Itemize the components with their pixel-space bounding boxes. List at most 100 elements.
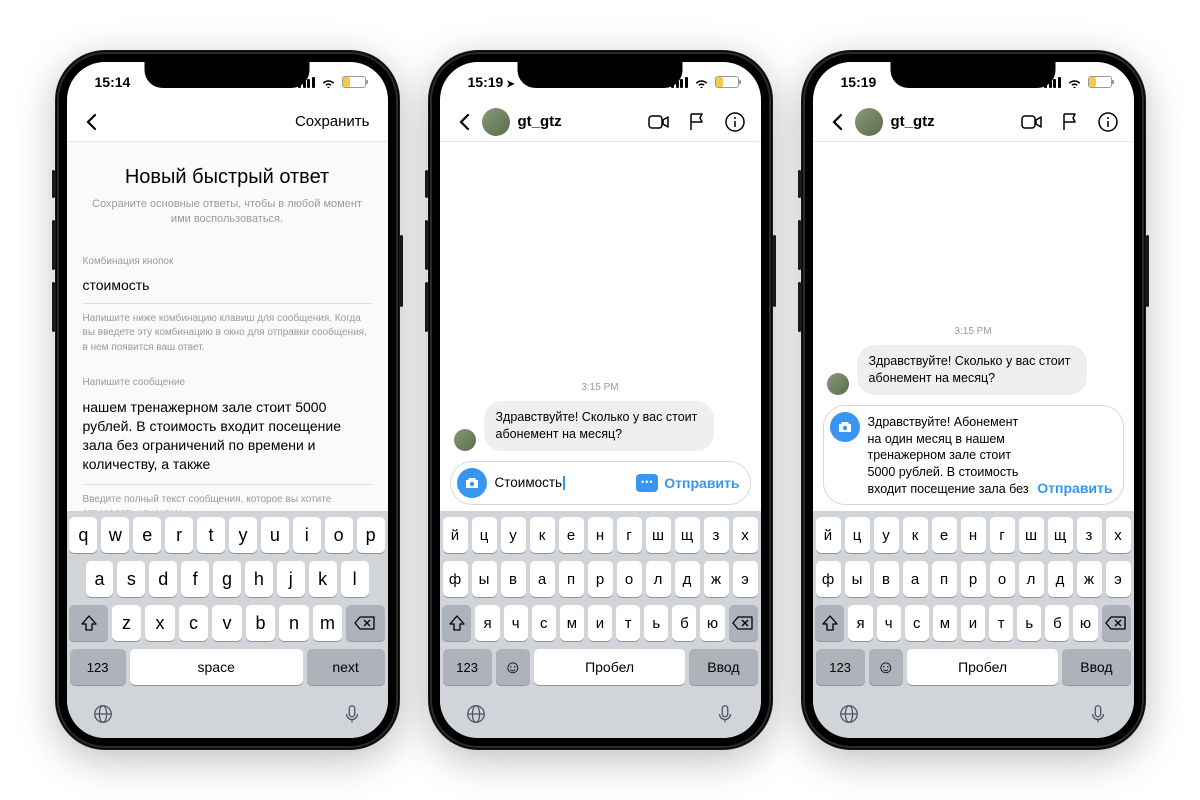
key-и[interactable]: и: [588, 605, 612, 641]
key-и[interactable]: и: [961, 605, 985, 641]
key-backspace[interactable]: [1102, 605, 1131, 641]
key-y[interactable]: y: [229, 517, 257, 553]
key-а[interactable]: а: [530, 561, 555, 597]
key-х[interactable]: х: [1106, 517, 1131, 553]
key-э[interactable]: э: [733, 561, 758, 597]
key-123[interactable]: 123: [816, 649, 865, 685]
key-j[interactable]: j: [277, 561, 305, 597]
key-я[interactable]: я: [475, 605, 499, 641]
key-t[interactable]: t: [197, 517, 225, 553]
key-б[interactable]: б: [1045, 605, 1069, 641]
key-ь[interactable]: ь: [1017, 605, 1041, 641]
keyboard[interactable]: йцукенгшщзх фывапролджэ ячсмитьбю 123 ☺ …: [440, 511, 761, 738]
key-л[interactable]: л: [1019, 561, 1044, 597]
key-ш[interactable]: ш: [1019, 517, 1044, 553]
key-б[interactable]: б: [672, 605, 696, 641]
key-q[interactable]: q: [69, 517, 97, 553]
key-ю[interactable]: ю: [700, 605, 724, 641]
key-ы[interactable]: ы: [472, 561, 497, 597]
key-з[interactable]: з: [704, 517, 729, 553]
key-space[interactable]: Пробел: [907, 649, 1059, 685]
globe-icon[interactable]: [838, 703, 860, 725]
key-m[interactable]: m: [313, 605, 342, 641]
mic-icon[interactable]: [341, 703, 363, 725]
key-ч[interactable]: ч: [504, 605, 528, 641]
mic-icon[interactable]: [714, 703, 736, 725]
key-о[interactable]: о: [990, 561, 1015, 597]
save-button[interactable]: Сохранить: [101, 113, 374, 130]
key-space[interactable]: Пробел: [534, 649, 686, 685]
flag-button[interactable]: [685, 110, 709, 134]
keyboard[interactable]: qwertyuiop asdfghjkl zxcvbnm 123 space n…: [67, 511, 388, 738]
key-у[interactable]: у: [501, 517, 526, 553]
key-x[interactable]: x: [145, 605, 174, 641]
key-c[interactable]: c: [179, 605, 208, 641]
composer-input[interactable]: Стоимость: [495, 474, 629, 492]
key-э[interactable]: э: [1106, 561, 1131, 597]
key-д[interactable]: д: [1048, 561, 1073, 597]
key-n[interactable]: n: [279, 605, 308, 641]
back-button[interactable]: [827, 112, 847, 132]
key-ы[interactable]: ы: [845, 561, 870, 597]
key-f[interactable]: f: [181, 561, 209, 597]
key-emoji[interactable]: ☺: [869, 649, 903, 685]
key-ж[interactable]: ж: [704, 561, 729, 597]
key-shift[interactable]: [442, 605, 471, 641]
key-123[interactable]: 123: [443, 649, 492, 685]
video-call-button[interactable]: [647, 110, 671, 134]
key-w[interactable]: w: [101, 517, 129, 553]
key-ю[interactable]: ю: [1073, 605, 1097, 641]
key-п[interactable]: п: [559, 561, 584, 597]
key-с[interactable]: с: [905, 605, 929, 641]
shortcut-input[interactable]: стоимость: [83, 277, 372, 304]
key-й[interactable]: й: [816, 517, 841, 553]
key-shift[interactable]: [69, 605, 107, 641]
key-a[interactable]: a: [86, 561, 114, 597]
key-v[interactable]: v: [212, 605, 241, 641]
back-button[interactable]: [454, 112, 474, 132]
key-в[interactable]: в: [874, 561, 899, 597]
key-м[interactable]: м: [560, 605, 584, 641]
key-г[interactable]: г: [990, 517, 1015, 553]
video-call-button[interactable]: [1020, 110, 1044, 134]
key-я[interactable]: я: [848, 605, 872, 641]
key-с[interactable]: с: [532, 605, 556, 641]
key-enter[interactable]: Ввод: [689, 649, 757, 685]
key-r[interactable]: r: [165, 517, 193, 553]
composer[interactable]: Здравствуйте! Абонемент на один месяц в …: [823, 405, 1124, 505]
message-input[interactable]: нашем тренажерном зале стоит 5000 рублей…: [83, 398, 372, 485]
key-щ[interactable]: щ: [675, 517, 700, 553]
key-н[interactable]: н: [588, 517, 613, 553]
key-м[interactable]: м: [933, 605, 957, 641]
key-у[interactable]: у: [874, 517, 899, 553]
composer-input[interactable]: Здравствуйте! Абонемент на один месяц в …: [868, 412, 1030, 498]
key-o[interactable]: o: [325, 517, 353, 553]
username[interactable]: gt_gtz: [891, 113, 1006, 130]
key-shift[interactable]: [815, 605, 844, 641]
key-enter[interactable]: Ввод: [1062, 649, 1130, 685]
key-backspace[interactable]: [729, 605, 758, 641]
key-p[interactable]: p: [357, 517, 385, 553]
key-з[interactable]: з: [1077, 517, 1102, 553]
key-к[interactable]: к: [530, 517, 555, 553]
globe-icon[interactable]: [92, 703, 114, 725]
send-button[interactable]: Отправить: [1037, 480, 1112, 496]
key-z[interactable]: z: [112, 605, 141, 641]
key-т[interactable]: т: [989, 605, 1013, 641]
avatar[interactable]: [855, 108, 883, 136]
globe-icon[interactable]: [465, 703, 487, 725]
key-next[interactable]: next: [307, 649, 385, 685]
key-g[interactable]: g: [213, 561, 241, 597]
key-й[interactable]: й: [443, 517, 468, 553]
quick-reply-icon[interactable]: [636, 474, 658, 492]
key-д[interactable]: д: [675, 561, 700, 597]
key-е[interactable]: е: [932, 517, 957, 553]
key-123[interactable]: 123: [70, 649, 126, 685]
mic-icon[interactable]: [1087, 703, 1109, 725]
key-ж[interactable]: ж: [1077, 561, 1102, 597]
key-ц[interactable]: ц: [845, 517, 870, 553]
key-d[interactable]: d: [149, 561, 177, 597]
key-ь[interactable]: ь: [644, 605, 668, 641]
key-н[interactable]: н: [961, 517, 986, 553]
info-button[interactable]: [1096, 110, 1120, 134]
